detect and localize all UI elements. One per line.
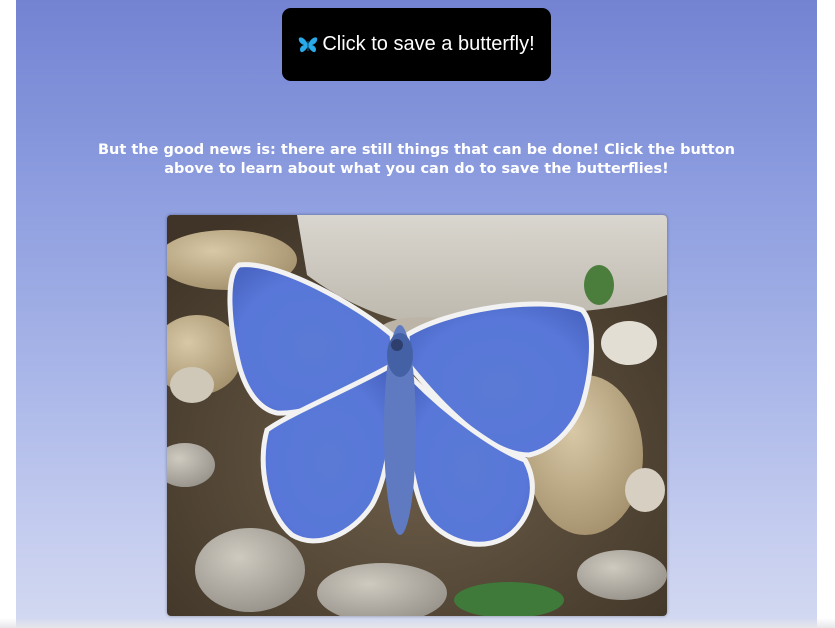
save-butterfly-button[interactable]: Click to save a butterfly! [282, 8, 551, 81]
butterfly-icon [299, 36, 318, 52]
save-button-label: Click to save a butterfly! [322, 33, 535, 55]
butterfly-photo [167, 215, 667, 616]
info-message: But the good news is: there are still th… [97, 142, 735, 177]
right-margin [817, 0, 835, 628]
window-bottom-edge [0, 618, 835, 628]
page-content: Click to save a butterfly! But the good … [16, 0, 817, 628]
butterfly-image [167, 215, 667, 616]
left-margin [0, 0, 16, 628]
